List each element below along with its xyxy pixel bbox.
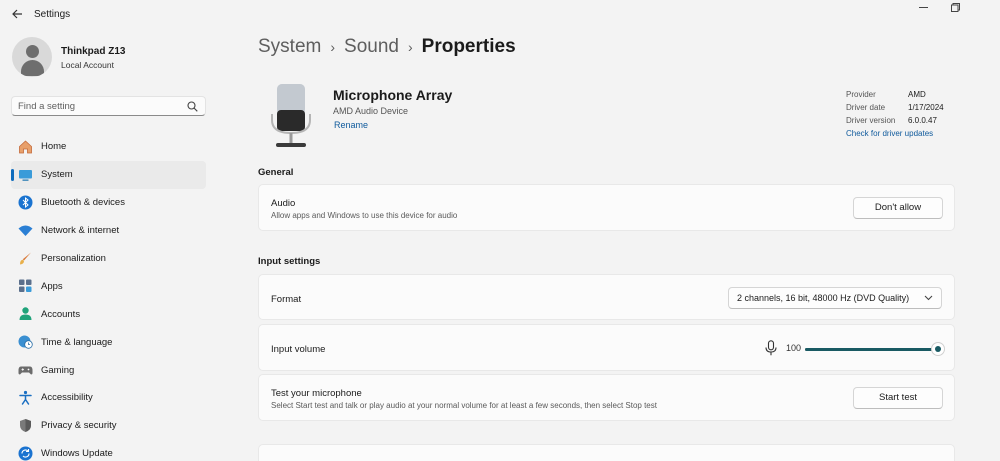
driver-date-label: Driver date — [846, 103, 886, 112]
format-dropdown[interactable]: 2 channels, 16 bit, 48000 Hz (DVD Qualit… — [728, 287, 942, 309]
sidebar-item-network[interactable]: Network & internet — [11, 217, 206, 245]
globe-clock-icon — [18, 335, 33, 349]
avatar[interactable] — [12, 37, 52, 77]
sidebar-item-windows-update[interactable]: Windows Update — [11, 440, 206, 461]
sidebar-item-label: Time & language — [41, 336, 113, 348]
search-box[interactable] — [11, 96, 206, 116]
sidebar-item-label: System — [41, 169, 73, 181]
sidebar-item-personalization[interactable]: Personalization — [11, 245, 206, 273]
input-settings-section-title: Input settings — [258, 256, 321, 267]
avatar-body — [21, 60, 44, 76]
user-name: Thinkpad Z13 — [61, 46, 126, 57]
restore-icon — [950, 3, 960, 12]
sidebar-item-privacy-security[interactable]: Privacy & security — [11, 412, 206, 440]
input-volume-fill — [805, 348, 938, 351]
microphone-icon[interactable] — [765, 340, 777, 356]
sidebar-item-label: Home — [41, 141, 67, 153]
device-subtitle: AMD Audio Device — [333, 106, 409, 116]
search-input[interactable] — [18, 99, 178, 113]
sidebar-item-label: Gaming — [41, 364, 75, 376]
sidebar-item-bluetooth[interactable]: Bluetooth & devices — [11, 189, 206, 217]
sidebar-item-home[interactable]: Home — [11, 133, 206, 161]
breadcrumb-separator: › — [330, 39, 336, 55]
input-volume-value: 100 — [786, 343, 802, 353]
audio-card: Audio Allow apps and Windows to use this… — [258, 184, 955, 231]
test-microphone-title: Test your microphone — [271, 388, 362, 399]
provider-value: AMD — [908, 90, 926, 99]
device-name: Microphone Array — [333, 87, 453, 103]
avatar-head — [26, 45, 39, 58]
audio-title: Audio — [271, 198, 296, 209]
format-label: Format — [271, 294, 302, 305]
breadcrumb-separator: › — [407, 39, 413, 55]
sidebar-item-system[interactable]: System — [11, 160, 206, 189]
rename-link[interactable]: Rename — [334, 120, 368, 130]
sidebar-item-label: Privacy & security — [41, 420, 117, 432]
sidebar-item-label: Accounts — [41, 308, 81, 320]
restore-button[interactable] — [940, 2, 970, 18]
provider-label: Provider — [846, 90, 876, 99]
sidebar-item-time-language[interactable]: Time & language — [11, 328, 206, 356]
general-section-title: General — [258, 167, 294, 178]
driver-version-value: 6.0.0.47 — [908, 116, 937, 125]
format-value: 2 channels, 16 bit, 48000 Hz (DVD Qualit… — [737, 293, 910, 303]
sidebar-item-accounts[interactable]: Accounts — [11, 300, 206, 328]
sidebar-item-apps[interactable]: Apps — [11, 272, 206, 300]
sidebar-item-gaming[interactable]: Gaming — [11, 356, 206, 384]
shield-icon — [20, 418, 31, 432]
start-test-button[interactable]: Start test — [853, 387, 943, 409]
home-icon — [19, 140, 32, 154]
monitor-icon — [19, 169, 32, 181]
test-microphone-card: Test your microphone Select Start test a… — [258, 374, 955, 421]
dont-allow-button[interactable]: Don't allow — [853, 197, 943, 219]
wifi-icon — [18, 225, 33, 236]
page-title: Properties — [421, 36, 516, 57]
input-volume-card: Input volume 100 — [258, 324, 955, 371]
sidebar-item-label: Personalization — [41, 253, 106, 264]
driver-date-value: 1/17/2024 — [908, 103, 944, 112]
update-icon — [18, 446, 33, 461]
driver-version-label: Driver version — [846, 116, 896, 125]
breadcrumb-system[interactable]: System — [258, 36, 321, 57]
next-card — [258, 444, 955, 461]
person-icon — [19, 307, 32, 321]
gamepad-icon — [18, 366, 33, 375]
test-microphone-description: Select Start test and talk or play audio… — [271, 401, 657, 410]
app-title: Settings — [34, 9, 71, 20]
check-driver-updates-link[interactable]: Check for driver updates — [846, 129, 944, 138]
back-button[interactable] — [6, 5, 28, 25]
input-volume-thumb[interactable] — [931, 342, 945, 356]
apps-icon — [19, 279, 32, 293]
format-card: Format 2 channels, 16 bit, 48000 Hz (DVD… — [258, 274, 955, 320]
title-bar: Settings — [0, 0, 1000, 30]
input-volume-slider[interactable] — [805, 342, 945, 356]
brush-icon — [20, 252, 31, 265]
minimize-icon — [918, 7, 928, 8]
accessibility-icon — [19, 390, 32, 405]
breadcrumb: System › Sound › Properties — [258, 36, 516, 58]
minimize-button[interactable] — [908, 2, 938, 18]
sidebar-item-label: Network & internet — [41, 225, 120, 237]
sidebar-item-label: Windows Update — [41, 448, 113, 460]
search-icon[interactable] — [187, 101, 198, 112]
arrow-left-icon — [11, 9, 22, 19]
sidebar-item-label: Bluetooth & devices — [41, 197, 125, 209]
audio-description: Allow apps and Windows to use this devic… — [271, 211, 458, 220]
chevron-down-icon — [924, 295, 933, 301]
driver-info: Provider AMD Driver date 1/17/2024 Driver … — [846, 90, 944, 138]
sidebar-item-label: Accessibility — [41, 392, 93, 404]
sidebar-nav: Home System Bluetooth & devices Network … — [11, 133, 206, 461]
sidebar-item-label: Apps — [41, 280, 63, 292]
bluetooth-icon — [18, 195, 33, 210]
input-volume-label: Input volume — [271, 344, 326, 355]
account-type: Local Account — [61, 60, 114, 70]
sidebar-item-accessibility[interactable]: Accessibility — [11, 384, 206, 412]
breadcrumb-sound[interactable]: Sound — [344, 36, 399, 57]
microphone-illustration — [271, 84, 311, 147]
